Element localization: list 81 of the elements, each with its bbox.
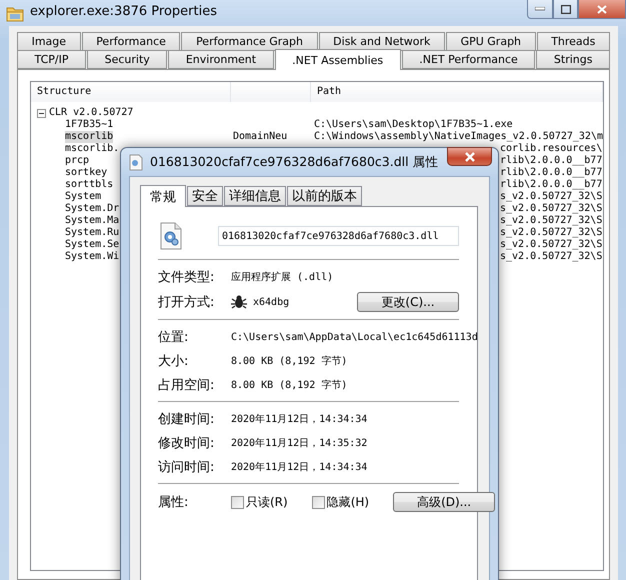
tab[interactable]: .NET Assemblies xyxy=(274,49,401,70)
tree-item[interactable]: System xyxy=(65,191,102,203)
tab[interactable]: GPU Graph xyxy=(446,32,536,51)
collapse-icon[interactable] xyxy=(37,108,46,118)
tab[interactable]: 以前的版本 xyxy=(287,186,362,206)
path-cell: C:\Users\sam\Desktop\1F7B35~1.exe xyxy=(314,119,513,130)
path-cell: rlib\2.0.0.0__b77 xyxy=(500,167,602,178)
path-cell: s_v2.0.50727_32\S xyxy=(500,227,602,238)
tree-item[interactable]: sorttbls xyxy=(65,179,114,191)
folder-icon xyxy=(6,6,24,22)
close-icon xyxy=(597,4,607,14)
tree-item[interactable]: System.Ma xyxy=(65,215,120,227)
path-cell: s_v2.0.50727_32\S xyxy=(500,203,602,214)
path-cell: corlib.resources\ xyxy=(500,143,602,154)
minimize-icon xyxy=(535,7,545,11)
property-value: 2020年11月12日，14:34:34 xyxy=(231,461,368,474)
path-cell: rlib\2.0.0.0__b77 xyxy=(500,179,602,190)
tree-item[interactable]: System.Se xyxy=(65,239,120,251)
path-cell: s_v2.0.50727_32\S xyxy=(500,251,602,262)
tab[interactable]: Security xyxy=(87,50,168,69)
dialog-title: 016813020cfaf7ce976328d6af7680c3.dll 属性 xyxy=(150,154,439,170)
property-label: 大小: xyxy=(158,353,190,370)
tab[interactable]: 详细信息 xyxy=(224,186,286,206)
close-icon xyxy=(464,152,476,162)
checkbox-label: 只读(R) xyxy=(246,494,288,510)
tab[interactable]: Performance xyxy=(82,32,180,51)
tab[interactable]: 常规 xyxy=(140,185,186,207)
checkbox[interactable] xyxy=(231,496,244,508)
path-cell: s_v2.0.50727_32\S xyxy=(500,191,602,202)
column-header[interactable]: Structure xyxy=(31,82,231,102)
column-header[interactable]: Path xyxy=(311,82,603,102)
property-value: x64dbg xyxy=(253,296,290,308)
property-label: 打开方式: xyxy=(158,294,216,311)
tab[interactable]: Disk and Network xyxy=(318,32,445,51)
property-label: 占用空间: xyxy=(158,377,216,394)
property-value: 8.00 KB (8,192 字节) xyxy=(231,354,348,368)
property-value: 2020年11月12日，14:34:34 xyxy=(231,413,368,426)
tree-item[interactable]: mscorlib xyxy=(65,131,114,143)
tree-item[interactable]: mscorlib. xyxy=(65,143,120,155)
tab[interactable]: .NET Performance xyxy=(402,50,536,69)
minimize-button[interactable] xyxy=(527,0,553,19)
tree-item[interactable]: sortkey xyxy=(65,167,108,179)
maximize-button[interactable] xyxy=(553,0,578,19)
close-button[interactable] xyxy=(578,0,626,19)
tree-item[interactable]: CLR v2.0.50727 xyxy=(49,107,134,119)
property-label: 属性: xyxy=(158,494,190,511)
property-label: 位置: xyxy=(158,329,190,346)
path-cell: s_v2.0.50727_32\S xyxy=(500,239,602,250)
bug-icon xyxy=(231,295,247,309)
tree-item[interactable]: prcp xyxy=(65,155,90,167)
property-value: 2020年11月12日，14:35:32 xyxy=(231,437,368,450)
property-value: 应用程序扩展 (.dll) xyxy=(231,270,334,284)
maximize-icon xyxy=(560,4,570,14)
close-button[interactable] xyxy=(447,147,492,166)
advanced-button[interactable]: 高级(D)... xyxy=(393,492,496,512)
tab[interactable]: 安全 xyxy=(187,186,223,206)
table-cell: DomainNeu xyxy=(233,131,288,142)
tree-item[interactable]: System.Ru xyxy=(65,227,120,239)
checkbox[interactable] xyxy=(312,496,325,508)
tree-item[interactable]: System.Wi xyxy=(65,251,120,263)
property-label: 创建时间: xyxy=(158,411,216,428)
path-cell: s_v2.0.50727_32\S xyxy=(500,215,602,226)
path-cell: C:\Windows\assembly\NativeImages_v2.0.50727_32\m xyxy=(314,131,603,142)
change-button[interactable]: 更改(C)... xyxy=(357,292,459,312)
tab[interactable]: Image xyxy=(17,32,81,51)
tab[interactable]: Threads xyxy=(536,32,610,51)
path-cell: rlib\2.0.0.0__b77 xyxy=(500,155,602,166)
tree-item[interactable]: System.Dr xyxy=(65,203,120,215)
property-label: 访问时间: xyxy=(158,459,216,476)
property-value: C:\Users\sam\AppData\Local\ec1c645d61113d xyxy=(231,332,478,342)
property-label: 文件类型: xyxy=(158,269,216,286)
tab[interactable]: Performance Graph xyxy=(181,32,318,51)
file-name-field[interactable]: 016813020cfaf7ce976328d6af7680c3.dll xyxy=(218,226,459,246)
property-value: 8.00 KB (8,192 字节) xyxy=(231,378,348,392)
tree-item[interactable]: 1F7B35~1 xyxy=(65,119,114,131)
checkbox-label: 隐藏(H) xyxy=(326,494,370,510)
tab[interactable]: TCP/IP xyxy=(17,50,86,69)
property-label: 修改时间: xyxy=(158,435,216,452)
tab[interactable]: Environment xyxy=(168,50,274,69)
tab[interactable]: Strings xyxy=(536,50,610,69)
window-title: explorer.exe:3876 Properties xyxy=(30,4,217,19)
